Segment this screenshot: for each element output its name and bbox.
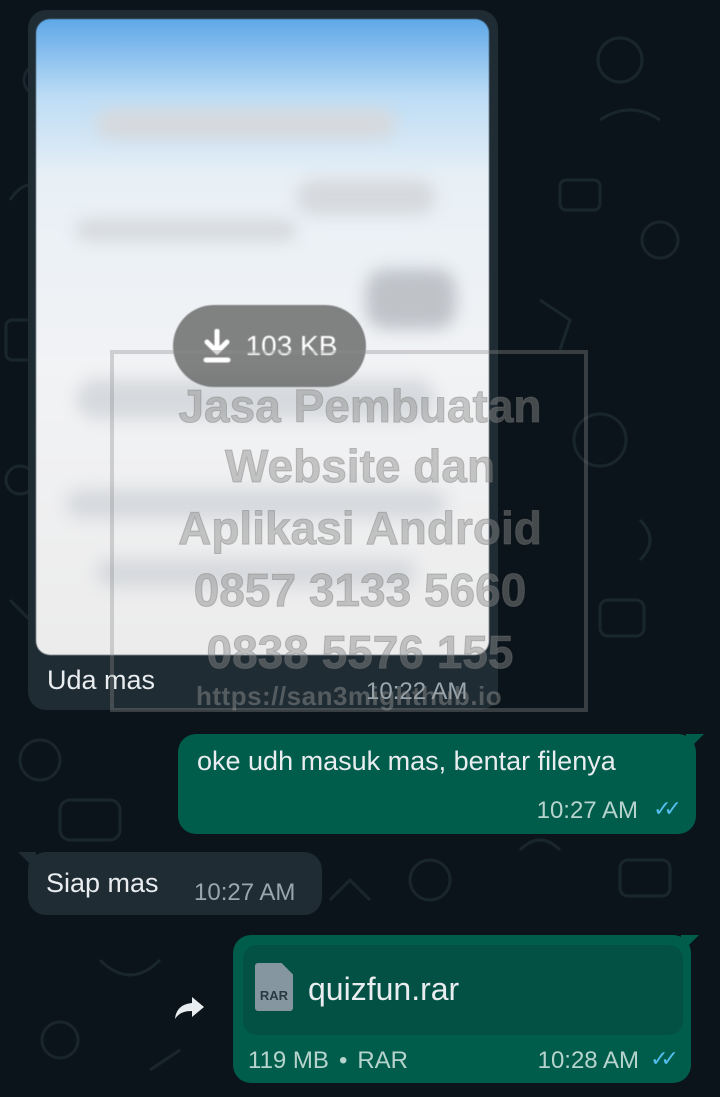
meta-separator: • xyxy=(338,1047,348,1074)
download-arrow-icon xyxy=(203,329,231,363)
watermark-line: 0838 5576 155 xyxy=(206,626,514,679)
double-check-read-icon: ✓✓ xyxy=(650,1046,679,1071)
double-check-read-icon: ✓✓ xyxy=(653,796,682,821)
message-text: Siap mas xyxy=(46,868,159,898)
rar-file-icon: RAR xyxy=(255,963,293,1011)
watermark-url: https://san3mighthub.io xyxy=(196,681,503,711)
forward-icon[interactable] xyxy=(172,993,208,1023)
file-size: 119 MB xyxy=(248,1047,329,1074)
file-attachment[interactable]: RAR quizfun.rar xyxy=(243,945,683,1035)
file-name: quizfun.rar xyxy=(308,971,460,1007)
file-meta: 119 MB • RAR xyxy=(248,1047,408,1075)
file-type: RAR xyxy=(357,1047,409,1074)
message-time: 10:27 AM xyxy=(536,797,638,824)
watermark-line: Jasa Pembuatan xyxy=(178,380,542,433)
watermark-line: Aplikasi Android xyxy=(178,502,543,555)
message-time: 10:27 AM xyxy=(194,879,296,906)
incoming-text-message[interactable]: Siap mas 10:27 AM xyxy=(28,852,322,915)
message-text: oke udh masuk mas, bentar filenya xyxy=(197,746,616,776)
download-size: 103 KB xyxy=(245,330,338,361)
outgoing-text-message[interactable]: oke udh masuk mas, bentar filenya 10:27 … xyxy=(178,734,696,834)
message-time: 10:28 AM xyxy=(537,1047,639,1074)
download-button[interactable]: 103 KB xyxy=(173,305,366,387)
outgoing-file-message[interactable]: RAR quizfun.rar 119 MB • RAR 10:28 AM ✓✓ xyxy=(233,935,691,1083)
watermark-line: 0857 3133 5660 xyxy=(193,564,527,617)
watermark-line: Website dan xyxy=(224,440,496,493)
